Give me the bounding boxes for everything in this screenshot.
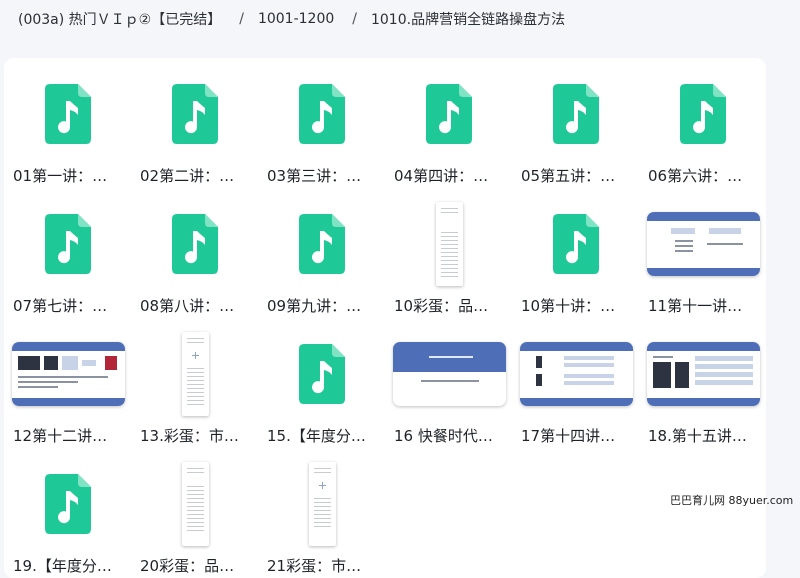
music-file-icon <box>299 344 345 404</box>
breadcrumb: (003a) 热门ＶＩｐ②【已完结】 / 1001-1200 / 1010.品牌… <box>18 8 565 30</box>
file-item[interactable]: 07第七讲：… <box>8 202 128 318</box>
breadcrumb-item-range[interactable]: 1001-1200 <box>258 11 334 27</box>
document-page-preview <box>181 332 209 416</box>
document-thumbnail <box>135 462 255 546</box>
watermark: 巴巴育儿网 88yuer.com <box>670 494 794 507</box>
file-item[interactable]: 05第五讲：… <box>516 72 636 188</box>
file-name: 16 快餐时代… <box>394 427 493 445</box>
audio-file-thumbnail <box>516 72 636 156</box>
file-name: 18.第十五讲… <box>648 427 747 445</box>
file-name: 17第十四讲… <box>521 427 616 445</box>
file-name: 10彩蛋：品… <box>394 297 489 315</box>
audio-file-thumbnail <box>516 202 636 286</box>
audio-file-thumbnail <box>135 202 255 286</box>
file-name: 21彩蛋：市… <box>267 557 362 575</box>
file-item[interactable]: 03第三讲：… <box>262 72 382 188</box>
music-file-icon <box>45 474 91 534</box>
document-page-preview <box>181 462 209 546</box>
file-name: 09第九讲：… <box>267 297 362 315</box>
slide-preview <box>11 342 125 406</box>
slide-thumbnail <box>389 332 509 416</box>
music-file-icon <box>172 84 218 144</box>
audio-file-thumbnail <box>8 72 128 156</box>
file-name: 19.【年度分… <box>13 557 112 575</box>
audio-file-thumbnail <box>262 332 382 416</box>
audio-file-thumbnail <box>8 202 128 286</box>
file-name: 05第五讲：… <box>521 167 616 185</box>
file-name: 02第二讲：… <box>140 167 235 185</box>
music-file-icon <box>553 214 599 274</box>
file-name: 01第一讲：… <box>13 167 108 185</box>
slide-thumbnail <box>643 332 763 416</box>
document-thumbnail <box>135 332 255 416</box>
music-file-icon <box>553 84 599 144</box>
music-file-icon <box>680 84 726 144</box>
file-item[interactable]: 08第八讲：… <box>135 202 255 318</box>
file-item[interactable]: 18.第十五讲… <box>643 332 763 448</box>
file-item[interactable]: 16 快餐时代… <box>389 332 509 448</box>
file-item[interactable]: 12第十二讲… <box>8 332 128 448</box>
music-file-icon <box>45 214 91 274</box>
file-name: 11第十一讲… <box>648 297 743 315</box>
file-name: 13.彩蛋：市… <box>140 427 239 445</box>
slide-preview <box>519 342 633 406</box>
music-file-icon <box>299 214 345 274</box>
audio-file-thumbnail <box>262 202 382 286</box>
file-item[interactable]: 19.【年度分… <box>8 462 128 578</box>
file-name: 03第三讲：… <box>267 167 362 185</box>
audio-file-thumbnail <box>643 72 763 156</box>
file-name: 20彩蛋：品… <box>140 557 235 575</box>
file-item[interactable]: 10第十讲：… <box>516 202 636 318</box>
document-page-preview <box>435 202 463 286</box>
document-thumbnail <box>262 462 382 546</box>
slide-thumbnail <box>516 332 636 416</box>
music-file-icon <box>426 84 472 144</box>
file-item[interactable]: 11第十一讲… <box>643 202 763 318</box>
music-file-icon <box>45 84 91 144</box>
audio-file-thumbnail <box>262 72 382 156</box>
slide-preview <box>646 342 760 406</box>
document-page-preview <box>308 462 336 546</box>
file-name: 15.【年度分… <box>267 427 366 445</box>
breadcrumb-separator: / <box>239 11 244 27</box>
file-item[interactable]: 21彩蛋：市… <box>262 462 382 578</box>
file-item[interactable]: 10彩蛋：品… <box>389 202 509 318</box>
music-file-icon <box>172 214 218 274</box>
file-item[interactable]: 04第四讲：… <box>389 72 509 188</box>
file-grid-panel: 01第一讲：… 02第二讲：… 03第三讲：… 04第四讲：… 05第五讲：… … <box>4 58 766 578</box>
file-name: 12第十二讲… <box>13 427 108 445</box>
slide-preview <box>392 342 506 406</box>
audio-file-thumbnail <box>389 72 509 156</box>
audio-file-thumbnail <box>8 462 128 546</box>
audio-file-thumbnail <box>135 72 255 156</box>
file-item[interactable]: 17第十四讲… <box>516 332 636 448</box>
file-item[interactable]: 20彩蛋：品… <box>135 462 255 578</box>
file-name: 08第八讲：… <box>140 297 235 315</box>
breadcrumb-item-root[interactable]: (003a) 热门ＶＩｐ②【已完结】 <box>18 9 221 29</box>
file-item[interactable]: 09第九讲：… <box>262 202 382 318</box>
file-name: 10第十讲：… <box>521 297 616 315</box>
document-thumbnail <box>389 202 509 286</box>
file-name: 07第七讲：… <box>13 297 108 315</box>
file-item[interactable]: 01第一讲：… <box>8 72 128 188</box>
file-item[interactable]: 13.彩蛋：市… <box>135 332 255 448</box>
slide-thumbnail <box>643 202 763 286</box>
file-item[interactable]: 06第六讲：… <box>643 72 763 188</box>
breadcrumb-separator: / <box>352 11 357 27</box>
file-name: 06第六讲：… <box>648 167 743 185</box>
file-item[interactable]: 15.【年度分… <box>262 332 382 448</box>
file-name: 04第四讲：… <box>394 167 489 185</box>
slide-preview <box>646 212 760 276</box>
file-item[interactable]: 02第二讲：… <box>135 72 255 188</box>
slide-thumbnail <box>8 332 128 416</box>
music-file-icon <box>299 84 345 144</box>
breadcrumb-item-current[interactable]: 1010.品牌营销全链路操盘方法 <box>371 9 565 29</box>
